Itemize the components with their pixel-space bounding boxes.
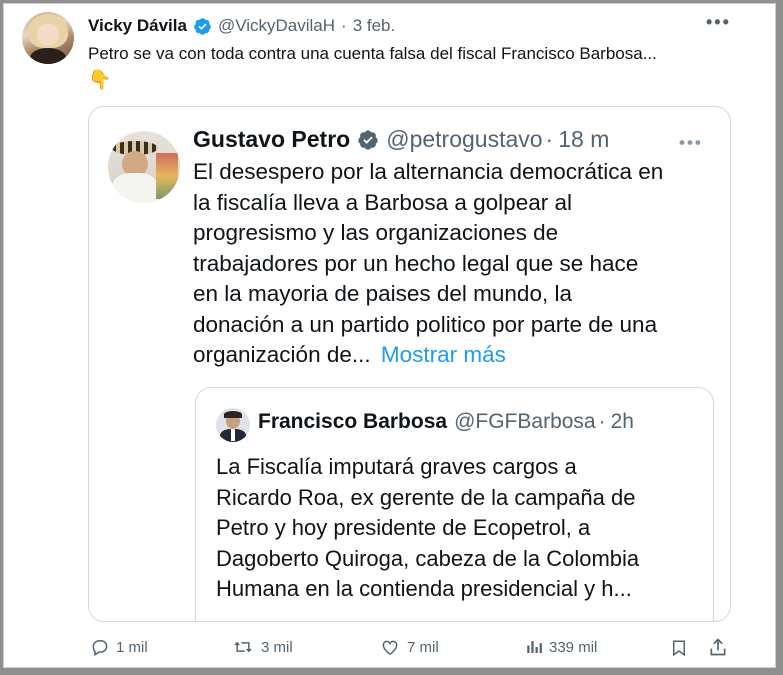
more-dots-icon[interactable]: ••• [679,133,703,153]
reply-icon [92,640,108,657]
nested-author-handle[interactable]: @FGFBarbosa [454,410,596,434]
analytics-icon [527,641,542,653]
text-line: donación a un partido politico por parte… [193,311,658,337]
share-icon[interactable] [708,636,728,663]
retweet-icon [234,641,252,653]
nested-quoted-tweet[interactable]: Francisco Barbosa @FGFBarbosa · 2h La Fi… [195,387,714,622]
like-count: 7 mil [407,638,439,656]
quoted-tweet-text: El desespero por la alternancia democrát… [193,157,663,371]
text-line: en la mayoria de paises del mundo, la [193,281,572,306]
separator-dot: · [598,410,606,433]
verified-badge-icon [357,129,379,151]
nested-time[interactable]: 2h [611,410,634,434]
nested-author-name[interactable]: Francisco Barbosa [258,410,447,434]
bookmark-icon[interactable] [670,637,688,664]
quoted-author-handle[interactable]: @petrogustavo [386,126,542,153]
vicky-avatar[interactable] [22,12,74,64]
nested-tweet-text: La Fiscalía imputará graves cargos a Ric… [216,452,639,605]
more-dots-icon[interactable]: ••• [706,12,731,33]
text-line: progresismo y las organizaciones de [193,220,559,245]
author-handle[interactable]: @VickyDavilaH [218,16,335,36]
text-line: trabajadores por un hecho legal que se h… [193,250,639,276]
quoted-tweet[interactable]: Gustavo Petro @petrogustavo · 18 m ••• E… [88,106,731,622]
barbosa-avatar[interactable] [216,408,250,442]
reply-count: 1 mil [116,638,148,656]
separator-dot: · [545,126,554,152]
text-line: Ricardo Roa, ex gerente de la campaña de [216,484,636,510]
views-button[interactable]: 339 mil [525,637,597,657]
separator-dot: · [341,16,347,35]
text-line: la fiscalía lleva a Barbosa a golpear al [193,189,572,215]
show-more-link[interactable]: Mostrar más [381,342,506,367]
verified-badge-icon [193,17,212,36]
tweet-card: Vicky Dávila @VickyDavilaH · 3 feb. ••• … [3,3,776,668]
petro-avatar[interactable] [108,131,180,203]
tweet-text: Petro se va con toda contra una cuenta f… [88,44,657,63]
author-name[interactable]: Vicky Dávila [88,16,187,36]
text-line: organización de... [193,342,371,367]
text-line: Dagoberto Quiroga, cabeza de la Colombia [216,545,640,571]
tweet-date[interactable]: 3 feb. [353,16,396,36]
quoted-time[interactable]: 18 m [558,126,609,153]
retweet-count: 3 mil [261,638,293,656]
heart-icon [382,640,398,655]
quoted-author-name[interactable]: Gustavo Petro [193,126,350,153]
text-line: Petro y hoy presidente de Ecopetrol, a [216,515,591,540]
reply-button[interactable]: 1 mil [90,637,148,657]
text-line: Humana en la contienda presidencial y h.… [216,576,632,601]
pointing-down-emoji: 👇 [88,70,112,91]
retweet-button[interactable]: 3 mil [231,637,293,657]
text-line: El desespero por la alternancia democrát… [193,159,664,184]
text-line: La Fiscalía imputará graves cargos a [216,454,577,479]
like-button[interactable]: 7 mil [379,637,439,657]
views-count: 339 mil [549,638,598,656]
